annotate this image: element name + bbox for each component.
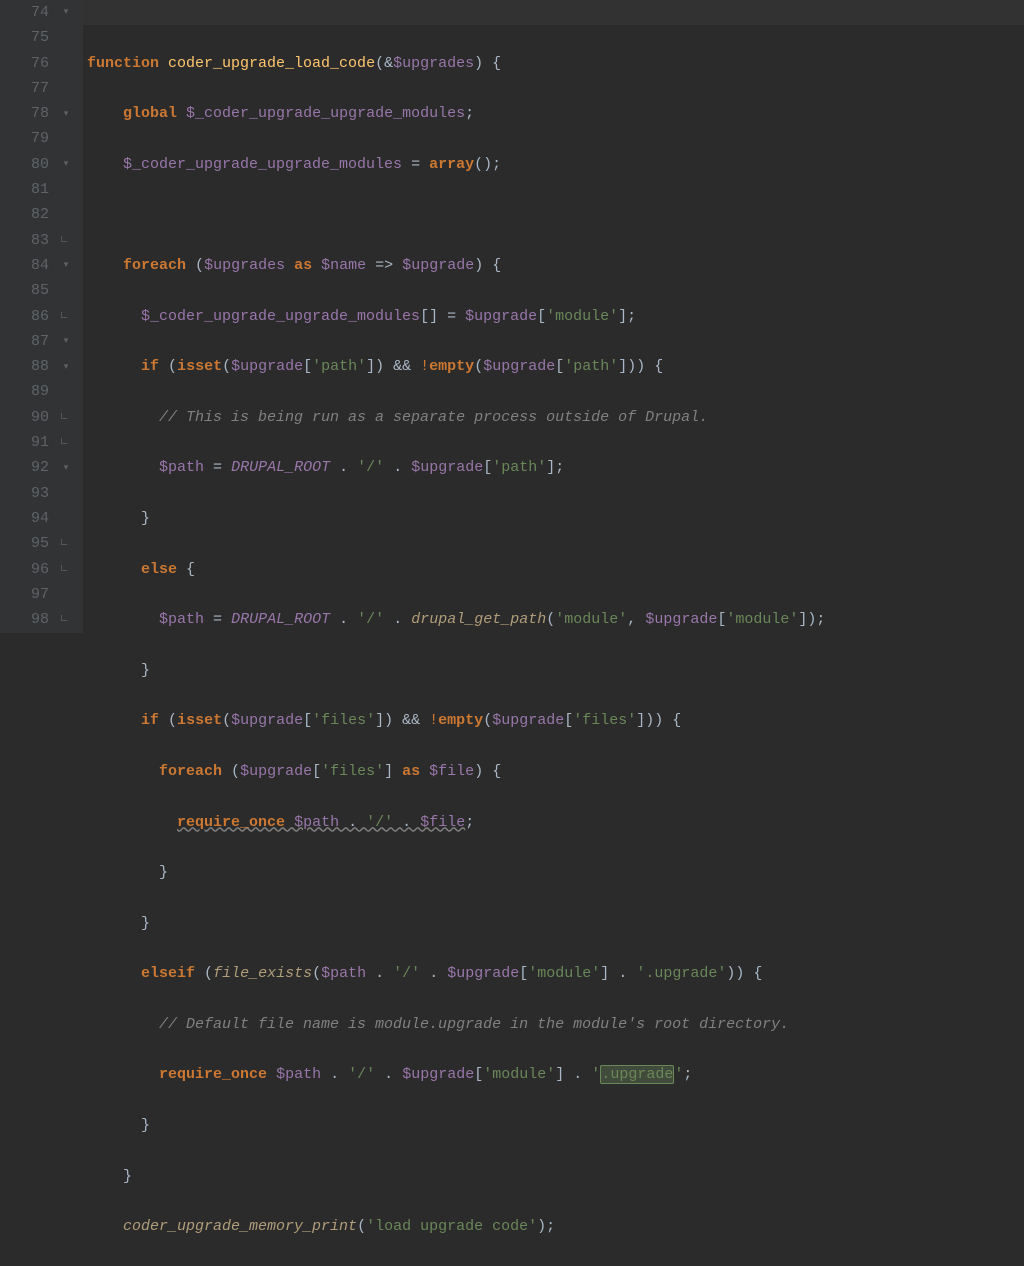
search-highlight: .upgrade [600,1065,674,1084]
line-number-gutter: 7475767778798081828384858687888990919293… [0,0,57,633]
fold-close-icon[interactable] [61,438,67,444]
code-line[interactable]: require_once $path . '/' . $upgrade['mod… [87,1062,1024,1087]
var-coder-mods: $_coder_upgrade_upgrade_modules [186,105,465,122]
fold-close-icon[interactable] [61,615,67,621]
line-number[interactable]: 96 [16,557,49,582]
fold-open-icon[interactable]: ▾ [61,337,71,347]
code-line[interactable]: $path = DRUPAL_ROOT . '/' . $upgrade['pa… [87,455,1024,480]
code-line[interactable]: elseif (file_exists($path . '/' . $upgra… [87,961,1024,986]
const-drupal-root: DRUPAL_ROOT [231,459,330,476]
code-line[interactable]: if (isset($upgrade['files']) && !empty($… [87,708,1024,733]
code-line[interactable]: require_once $path . '/' . $file; [87,810,1024,835]
line-number[interactable]: 90 [16,405,49,430]
code-line[interactable]: $_coder_upgrade_upgrade_modules = array(… [87,152,1024,177]
var-name: $name [321,257,366,274]
call-memory-print: coder_upgrade_memory_print [123,1218,357,1235]
fold-column: ▾ ▾ ▾ ▾ ▾ ▾ ▾ [57,0,83,633]
call-file-exists: file_exists [213,965,312,982]
code-line[interactable]: foreach ($upgrade['files'] as $file) { [87,759,1024,784]
keyword-as: as [294,257,312,274]
line-number[interactable]: 91 [16,430,49,455]
code-line[interactable]: // Default file name is module.upgrade i… [87,1012,1024,1037]
line-number[interactable]: 77 [16,76,49,101]
fold-close-icon[interactable] [61,236,67,242]
line-number[interactable]: 94 [16,506,49,531]
code-line[interactable]: } [87,1113,1024,1138]
warning-underline: require_once $path . '/' . $file [177,814,465,831]
code-line[interactable]: global $_coder_upgrade_upgrade_modules; [87,101,1024,126]
code-line[interactable] [87,202,1024,227]
var-file: $file [429,763,474,780]
code-line[interactable]: // This is being run as a separate proce… [87,405,1024,430]
line-number[interactable]: 87 [16,329,49,354]
line-number[interactable]: 76 [16,51,49,76]
keyword-array: array [429,156,474,173]
line-number[interactable]: 97 [16,582,49,607]
code-area[interactable]: function coder_upgrade_load_code(&$upgra… [83,0,1024,633]
code-line[interactable]: } [87,658,1024,683]
line-number[interactable]: 82 [16,202,49,227]
code-line[interactable]: } [87,506,1024,531]
fold-close-icon[interactable] [61,539,67,545]
keyword-else: else [141,561,177,578]
var-path: $path [159,459,204,476]
line-number[interactable]: 93 [16,481,49,506]
var-upgrades: $upgrades [393,55,474,72]
code-line[interactable]: } [87,1164,1024,1189]
line-number[interactable]: 86 [16,304,49,329]
code-line[interactable]: } [87,1265,1024,1266]
line-number[interactable]: 80 [16,152,49,177]
fold-open-icon[interactable]: ▾ [61,261,71,271]
call-drupal-get-path: drupal_get_path [411,611,546,628]
comment: // This is being run as a separate proce… [159,409,708,426]
line-number[interactable]: 95 [16,531,49,556]
line-number[interactable]: 88 [16,354,49,379]
fold-open-icon[interactable]: ▾ [61,109,71,119]
fold-close-icon[interactable] [61,565,67,571]
line-number[interactable]: 78 [16,101,49,126]
comment: // Default file name is module.upgrade i… [159,1016,789,1033]
code-editor: 7475767778798081828384858687888990919293… [0,0,1024,633]
code-line[interactable]: else { [87,557,1024,582]
fold-close-icon[interactable] [61,312,67,318]
line-number[interactable]: 84 [16,253,49,278]
line-number[interactable]: 89 [16,379,49,404]
line-number[interactable]: 83 [16,228,49,253]
keyword-foreach: foreach [123,257,186,274]
code-line[interactable]: } [87,860,1024,885]
code-line[interactable]: if (isset($upgrade['path']) && !empty($u… [87,354,1024,379]
keyword-function: function [87,55,159,72]
line-number[interactable]: 98 [16,607,49,632]
function-name: coder_upgrade_load_code [168,55,375,72]
line-number[interactable]: 79 [16,126,49,151]
line-number[interactable]: 85 [16,278,49,303]
code-line[interactable]: } [87,911,1024,936]
fold-open-icon[interactable]: ▾ [61,362,71,372]
fold-close-icon[interactable] [61,413,67,419]
keyword-if: if [141,358,159,375]
keyword-elseif: elseif [141,965,195,982]
fold-open-icon[interactable]: ▾ [61,463,71,473]
code-line[interactable]: function coder_upgrade_load_code(&$upgra… [87,51,1024,76]
keyword-require-once: require_once [177,814,285,831]
line-number[interactable]: 92 [16,455,49,480]
keyword-global: global [123,105,177,122]
line-number[interactable]: 74 [16,0,49,25]
code-line[interactable]: $path = DRUPAL_ROOT . '/' . drupal_get_p… [87,607,1024,632]
code-line[interactable]: coder_upgrade_memory_print('load upgrade… [87,1214,1024,1239]
line-number[interactable]: 75 [16,25,49,50]
code-line[interactable]: $_coder_upgrade_upgrade_modules[] = $upg… [87,304,1024,329]
var-upgrade: $upgrade [402,257,474,274]
current-line-highlight [83,0,1024,25]
fold-open-icon[interactable]: ▾ [61,160,71,170]
fold-open-icon[interactable]: ▾ [61,8,71,18]
code-line[interactable]: foreach ($upgrades as $name => $upgrade)… [87,253,1024,278]
line-number[interactable]: 81 [16,177,49,202]
